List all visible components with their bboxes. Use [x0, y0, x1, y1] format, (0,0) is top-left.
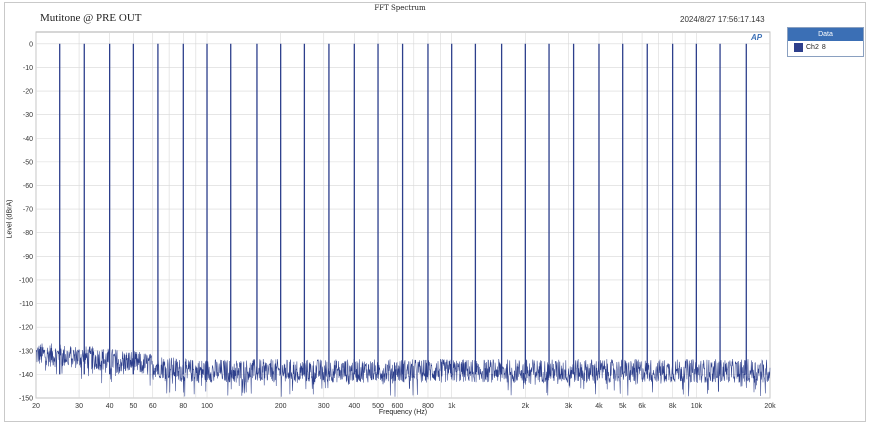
legend-header: Data — [788, 28, 863, 41]
y-tick-label: -140 — [19, 372, 33, 379]
x-tick-label: 8k — [669, 403, 677, 410]
x-tick-label: 40 — [106, 403, 114, 410]
x-tick-label: 100 — [201, 403, 213, 410]
legend-label: Ch2 — [806, 44, 819, 51]
x-tick-label: 800 — [422, 403, 434, 410]
x-tick-label: 5k — [619, 403, 627, 410]
x-tick-label: 2k — [522, 403, 530, 410]
fft-plot[interactable]: 0 -10 -20 -30 -40 -50 -60 -70 -80 -90 -100 -110 -120… — [0, 0, 871, 427]
y-tick-label: -130 — [19, 348, 33, 355]
x-tick-label: 20 — [32, 403, 40, 410]
ap-logo-icon: AP — [751, 33, 763, 42]
x-tick-label: 600 — [392, 403, 404, 410]
x-tick-label: 50 — [129, 403, 137, 410]
y-tick-label: -20 — [23, 89, 33, 96]
legend-item-ch2[interactable]: Ch2 8 — [788, 41, 863, 54]
x-tick-label: 6k — [638, 403, 646, 410]
legend-marker: 8 — [821, 44, 826, 51]
x-tick-label: 30 — [75, 403, 83, 410]
x-tick-label: 3k — [565, 403, 573, 410]
x-tick-label: 10k — [691, 403, 703, 410]
y-tick-label: -90 — [23, 254, 33, 261]
y-tick-label: -40 — [23, 136, 33, 143]
y-tick-label: -60 — [23, 183, 33, 190]
legend-panel: Data Ch2 8 — [787, 27, 864, 57]
x-tick-label: 80 — [179, 403, 187, 410]
y-tick-label: -70 — [23, 207, 33, 214]
x-tick-label: 400 — [348, 403, 360, 410]
x-tick-label: 4k — [595, 403, 603, 410]
y-tick-label: -50 — [23, 159, 33, 166]
y-tick-label: -30 — [23, 112, 33, 119]
x-tick-label: 60 — [149, 403, 157, 410]
y-tick-label: -10 — [23, 65, 33, 72]
y-tick-label: -110 — [20, 301, 34, 308]
y-tick-label: -150 — [19, 396, 33, 403]
y-tick-label: -80 — [23, 230, 33, 237]
y-tick-label: -100 — [19, 277, 33, 284]
x-tick-label: 200 — [275, 403, 287, 410]
x-tick-label: 20k — [764, 403, 776, 410]
x-tick-label: 1k — [448, 403, 456, 410]
y-tick-label: 0 — [29, 41, 33, 48]
legend-swatch — [794, 43, 803, 52]
x-tick-label: 500 — [372, 403, 384, 410]
x-tick-label: 300 — [318, 403, 330, 410]
y-tick-label: -120 — [19, 325, 33, 332]
